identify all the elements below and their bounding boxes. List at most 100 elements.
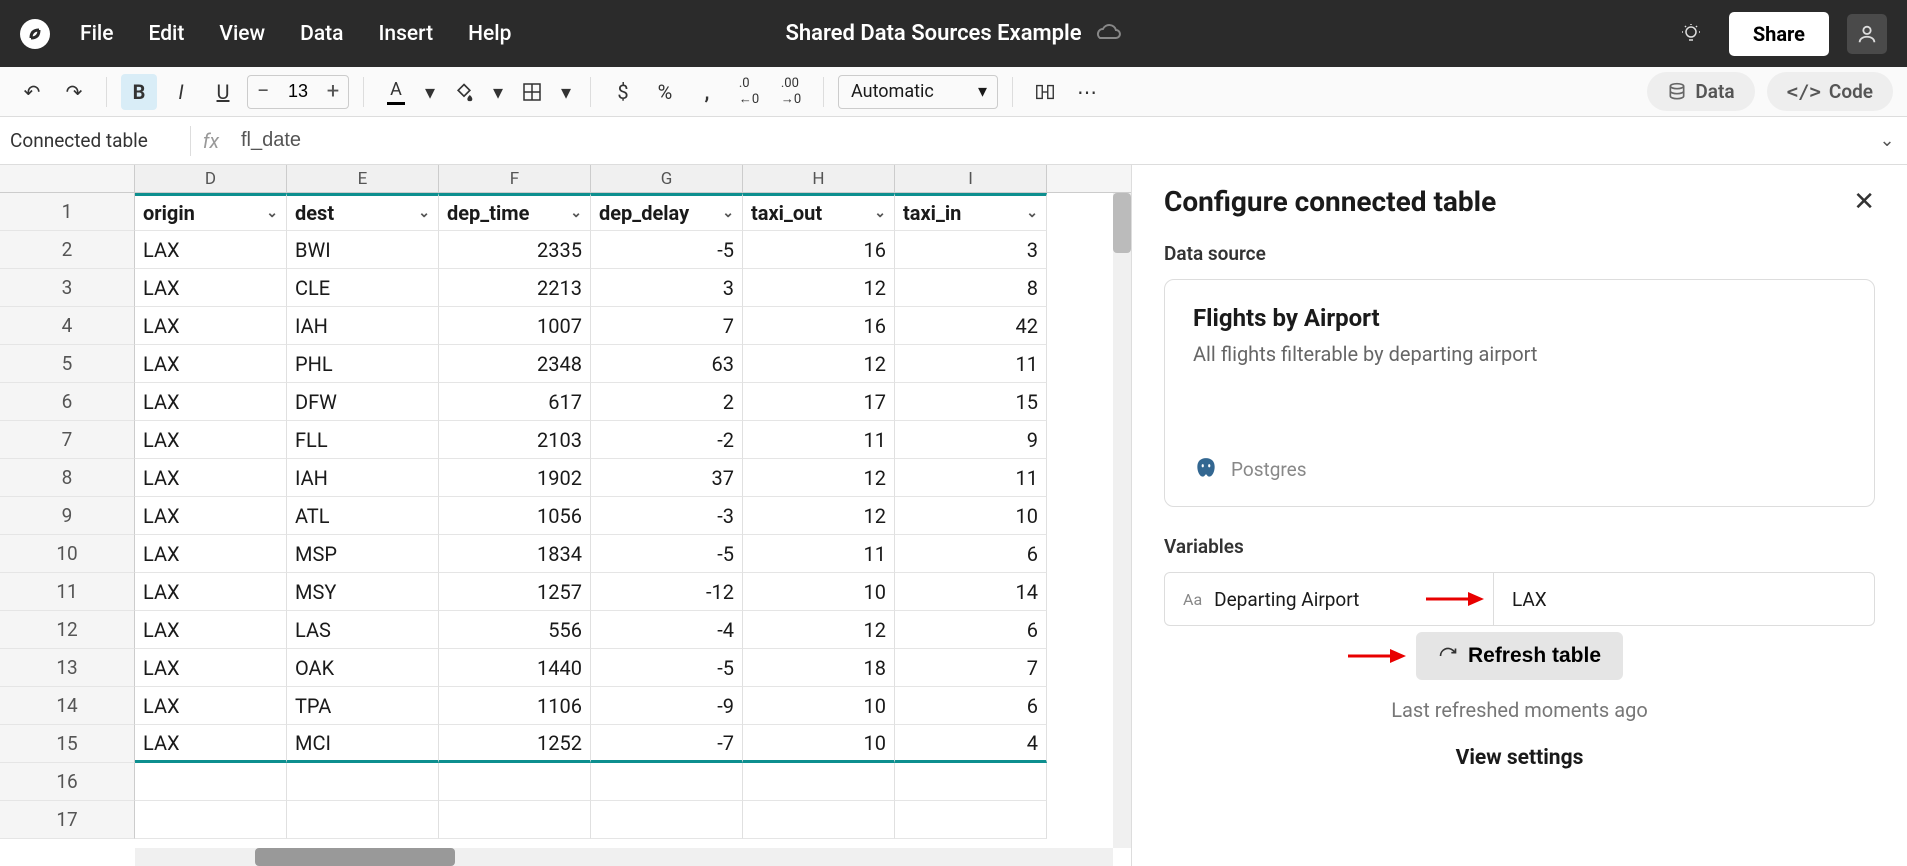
cell[interactable] [439,801,591,839]
cell[interactable]: 12 [743,269,895,307]
cell[interactable]: MSY [287,573,439,611]
refresh-table-button[interactable]: Refresh table [1416,632,1623,680]
cell[interactable]: LAX [135,383,287,421]
cell[interactable] [895,801,1047,839]
decrease-decimal-button[interactable]: .0←0 [731,74,767,110]
cell[interactable]: 11 [743,421,895,459]
cell[interactable]: 1834 [439,535,591,573]
cell[interactable]: 14 [895,573,1047,611]
cell[interactable]: 1440 [439,649,591,687]
underline-button[interactable]: U [205,74,241,110]
cell[interactable]: 2103 [439,421,591,459]
cell[interactable]: LAX [135,649,287,687]
cell[interactable]: 7 [895,649,1047,687]
view-settings-link[interactable]: View settings [1164,746,1875,770]
more-button[interactable]: ⋯ [1069,74,1105,110]
row-header[interactable]: 2 [0,231,135,269]
cell[interactable]: 1056 [439,497,591,535]
select-all-corner[interactable] [0,165,135,192]
cell[interactable]: -3 [591,497,743,535]
column-header[interactable]: I [895,165,1047,192]
cell[interactable] [743,763,895,801]
cell[interactable]: FLL [287,421,439,459]
cell[interactable] [895,763,1047,801]
cell[interactable]: OAK [287,649,439,687]
cell[interactable]: CLE [287,269,439,307]
cell[interactable]: 2213 [439,269,591,307]
cell[interactable]: LAX [135,725,287,763]
cell[interactable]: 6 [895,611,1047,649]
data-pill[interactable]: Data [1647,72,1754,111]
cell[interactable]: LAX [135,421,287,459]
cell[interactable]: -5 [591,535,743,573]
currency-button[interactable]: $ [605,74,641,110]
increase-decimal-button[interactable]: .00→0 [773,74,809,110]
cell[interactable]: 1902 [439,459,591,497]
close-icon[interactable]: ✕ [1853,187,1875,217]
field-header[interactable]: dep_delay⌄ [591,193,743,231]
doc-title[interactable]: Shared Data Sources Example [785,21,1121,46]
cell[interactable]: 2335 [439,231,591,269]
cell[interactable]: LAX [135,345,287,383]
bold-button[interactable]: B [121,74,157,110]
cell[interactable]: LAX [135,231,287,269]
cell[interactable]: 12 [743,611,895,649]
cell[interactable]: IAH [287,307,439,345]
text-color-button[interactable]: A [378,74,414,110]
cell[interactable]: PHL [287,345,439,383]
cell[interactable]: 1257 [439,573,591,611]
app-logo[interactable] [20,19,50,49]
column-header[interactable]: E [287,165,439,192]
row-header[interactable]: 4 [0,307,135,345]
row-header[interactable]: 9 [0,497,135,535]
cell[interactable]: LAX [135,497,287,535]
cell[interactable]: 10 [895,497,1047,535]
menu-file[interactable]: File [80,22,114,46]
horizontal-scrollbar[interactable] [135,848,1113,866]
field-header[interactable]: taxi_out⌄ [743,193,895,231]
field-header[interactable]: dep_time⌄ [439,193,591,231]
redo-button[interactable]: ↷ [56,74,92,110]
cell[interactable]: LAX [135,611,287,649]
cell[interactable] [591,801,743,839]
fill-color-button[interactable] [446,74,482,110]
filter-chevron-icon[interactable]: ⌄ [722,205,734,221]
cell[interactable]: 12 [743,497,895,535]
cell[interactable]: BWI [287,231,439,269]
cell[interactable]: 12 [743,345,895,383]
cell[interactable]: 18 [743,649,895,687]
menu-edit[interactable]: Edit [149,22,185,46]
vertical-scrollbar[interactable] [1113,193,1131,848]
text-color-dropdown[interactable]: ▾ [420,74,440,110]
row-header[interactable]: 11 [0,573,135,611]
cell[interactable]: 10 [743,725,895,763]
cell[interactable]: 10 [743,687,895,725]
cell[interactable]: MCI [287,725,439,763]
filter-chevron-icon[interactable]: ⌄ [570,205,582,221]
borders-dropdown[interactable]: ▾ [556,74,576,110]
number-format-select[interactable]: Automatic [838,75,998,109]
code-pill[interactable]: </> Code [1767,72,1893,111]
cell[interactable] [439,763,591,801]
cell[interactable]: LAX [135,535,287,573]
data-source-card[interactable]: Flights by Airport All flights filterabl… [1164,279,1875,507]
row-header[interactable]: 3 [0,269,135,307]
cell[interactable]: LAX [135,307,287,345]
cell[interactable]: IAH [287,459,439,497]
cell-reference[interactable]: Connected table [0,129,190,152]
menu-view[interactable]: View [219,22,265,46]
menu-data[interactable]: Data [300,22,343,46]
cell[interactable]: 42 [895,307,1047,345]
cell[interactable]: LAX [135,459,287,497]
cell[interactable]: LAX [135,269,287,307]
field-header[interactable]: taxi_in⌄ [895,193,1047,231]
filter-chevron-icon[interactable]: ⌄ [266,205,278,221]
cell[interactable]: -9 [591,687,743,725]
menu-insert[interactable]: Insert [378,22,433,46]
cell[interactable]: 3 [591,269,743,307]
share-button[interactable]: Share [1729,12,1829,56]
cell[interactable]: 1007 [439,307,591,345]
cell[interactable]: 11 [895,459,1047,497]
cell[interactable]: 9 [895,421,1047,459]
cell[interactable]: 556 [439,611,591,649]
